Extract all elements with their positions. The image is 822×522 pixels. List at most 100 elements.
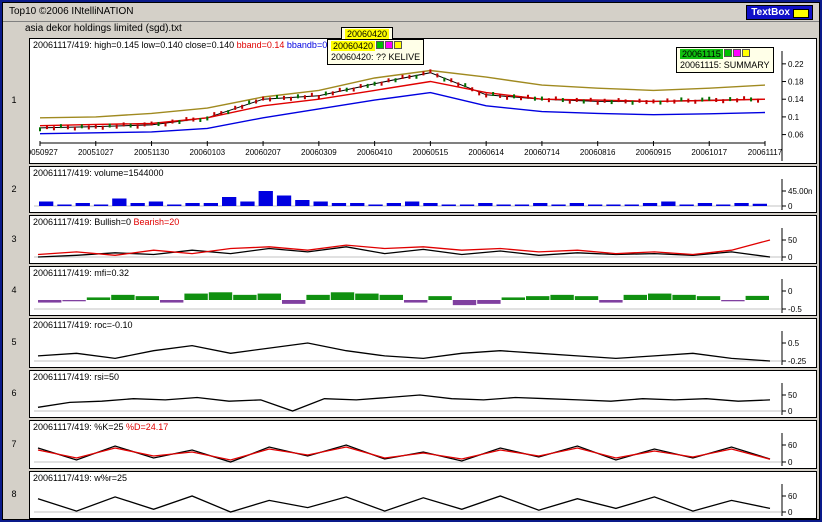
price-candle bbox=[129, 123, 132, 128]
price-candle bbox=[436, 73, 439, 78]
note-kelive[interactable]: 20060420 20060420: ?? KELIVE bbox=[327, 39, 425, 65]
price-candle bbox=[80, 124, 83, 129]
volume-bar bbox=[734, 203, 749, 206]
price-candle bbox=[729, 97, 732, 102]
price-candle bbox=[227, 110, 230, 115]
price-candle bbox=[66, 125, 69, 130]
app-window: Top10 ©2006 INtelliNATION TextBox asia d… bbox=[2, 2, 820, 520]
price-candle bbox=[429, 69, 432, 74]
note-text: 20060420: ?? KELIVE bbox=[331, 52, 421, 62]
panel-label: 20061117/419: mfi=0.32 bbox=[33, 268, 129, 278]
price-candle bbox=[234, 105, 237, 110]
y-tick-label: 0.14 bbox=[788, 95, 804, 104]
note-color-square[interactable] bbox=[385, 41, 394, 49]
price-candle bbox=[282, 95, 285, 100]
x-tick-label: 20060614 bbox=[468, 148, 504, 157]
y-tick-label: 0 bbox=[788, 458, 793, 467]
mfi-bar bbox=[574, 296, 599, 300]
panel-number: 4 bbox=[11, 285, 17, 295]
price-candle bbox=[582, 99, 585, 104]
price-candle bbox=[296, 94, 299, 99]
mfi-bar bbox=[233, 294, 257, 300]
note-color-square[interactable] bbox=[723, 49, 732, 57]
panel-label-segment: %D=24.17 bbox=[126, 422, 169, 432]
chart-panel-5[interactable]: 0.5 -0.25 20061117/419: roc=-0.10 bbox=[29, 318, 817, 368]
panel-label-segment: 20061117/419: volume=1544000 bbox=[33, 168, 164, 178]
y-tick-label: 0.18 bbox=[788, 78, 804, 87]
mfi-bar bbox=[721, 300, 745, 302]
price-candle bbox=[422, 71, 425, 76]
panel-label-segment: 20061117/419: w%r=25 bbox=[33, 473, 127, 483]
price-candle bbox=[450, 78, 453, 83]
panel-label: 20061117/419: high=0.145 low=0.140 close… bbox=[33, 40, 335, 50]
volume-bar bbox=[459, 204, 475, 206]
series-close-line bbox=[39, 72, 766, 129]
price-candle bbox=[345, 87, 348, 92]
note-color-square[interactable] bbox=[732, 49, 741, 57]
series-roc-line bbox=[37, 342, 771, 362]
x-tick-label: 20060410 bbox=[357, 148, 393, 157]
y-tick-label: -0.5 bbox=[788, 305, 802, 314]
mfi-bar bbox=[599, 300, 623, 303]
x-tick-label: 20051027 bbox=[78, 148, 114, 157]
chart-panel-7[interactable]: 60 0 20061117/419: %K=25 %D=24.17 bbox=[29, 420, 817, 469]
y-tick-label: 0.5 bbox=[788, 339, 800, 348]
volume-bar bbox=[130, 203, 145, 206]
series-K-line bbox=[37, 444, 771, 463]
price-candle bbox=[185, 117, 188, 122]
price-candle bbox=[276, 95, 279, 99]
price-candle bbox=[331, 91, 334, 96]
x-tick-label: 20060515 bbox=[413, 148, 449, 157]
price-candle bbox=[220, 111, 223, 116]
panel-label-segment: bband=0.14 bbox=[236, 40, 287, 50]
panel-label-segment: 20061117/419: roc=-0.10 bbox=[33, 320, 133, 330]
title-bar: Top10 ©2006 INtelliNATION TextBox bbox=[3, 3, 819, 22]
volume-bar bbox=[167, 204, 182, 206]
volume-bar bbox=[313, 201, 328, 206]
y-tick-label: 50 bbox=[788, 236, 797, 245]
price-candle bbox=[722, 99, 725, 104]
panel-label: 20061117/419: roc=-0.10 bbox=[33, 320, 133, 330]
x-tick-label: 20050927 bbox=[30, 148, 58, 157]
textbox-button[interactable]: TextBox bbox=[746, 5, 813, 20]
note-summary[interactable]: 20061115 20061115: SUMMARY bbox=[676, 47, 774, 73]
volume-bar bbox=[423, 203, 438, 206]
panel-label-segment: 20061117/419: Bullish=0 bbox=[33, 217, 134, 227]
note-color-square[interactable] bbox=[394, 41, 403, 49]
chart-panel-8[interactable]: 60 0 20061117/419: w%r=25 bbox=[29, 471, 817, 519]
note-color-square[interactable] bbox=[741, 49, 750, 57]
volume-bar bbox=[569, 203, 584, 206]
price-candle bbox=[255, 99, 258, 104]
price-candle bbox=[248, 100, 251, 105]
price-candle bbox=[171, 119, 174, 124]
chart-panel-6[interactable]: 50 0 20061117/419: rsi=50 bbox=[29, 370, 817, 418]
price-candle bbox=[338, 87, 341, 92]
chart-panel-4[interactable]: 0 -0.5 20061117/419: mfi=0.32 bbox=[29, 266, 817, 316]
mfi-bar bbox=[526, 296, 550, 300]
price-candle bbox=[52, 126, 55, 131]
note-date: 20060420 bbox=[345, 29, 390, 39]
price-candle bbox=[708, 96, 711, 101]
price-candle bbox=[206, 116, 209, 121]
price-candle bbox=[164, 122, 167, 127]
x-tick-label: 20051130 bbox=[134, 148, 170, 157]
y-tick-label: 0 bbox=[788, 508, 793, 517]
price-candle bbox=[757, 98, 760, 103]
chart-panel-2[interactable]: 45.00n 0 20061117/419: volume=1544000 bbox=[29, 166, 817, 213]
x-tick-label: 20060816 bbox=[580, 148, 616, 157]
price-candle bbox=[73, 126, 76, 131]
volume-bar bbox=[276, 195, 292, 206]
note-color-square[interactable] bbox=[376, 41, 385, 49]
y-tick-label: 0.1 bbox=[788, 113, 800, 122]
price-candle bbox=[415, 74, 418, 79]
price-candle bbox=[122, 122, 125, 127]
price-candle bbox=[736, 98, 739, 103]
series-bearish-line bbox=[37, 239, 771, 256]
price-candle bbox=[101, 125, 104, 130]
volume-bar bbox=[624, 204, 639, 206]
chart-panel-3[interactable]: 50 0 20061117/419: Bullish=0 Bearish=20 bbox=[29, 215, 817, 264]
panel-plot: 60 0 bbox=[34, 484, 797, 517]
volume-bar bbox=[258, 191, 273, 206]
price-candle bbox=[520, 96, 523, 101]
price-candle bbox=[150, 121, 153, 126]
